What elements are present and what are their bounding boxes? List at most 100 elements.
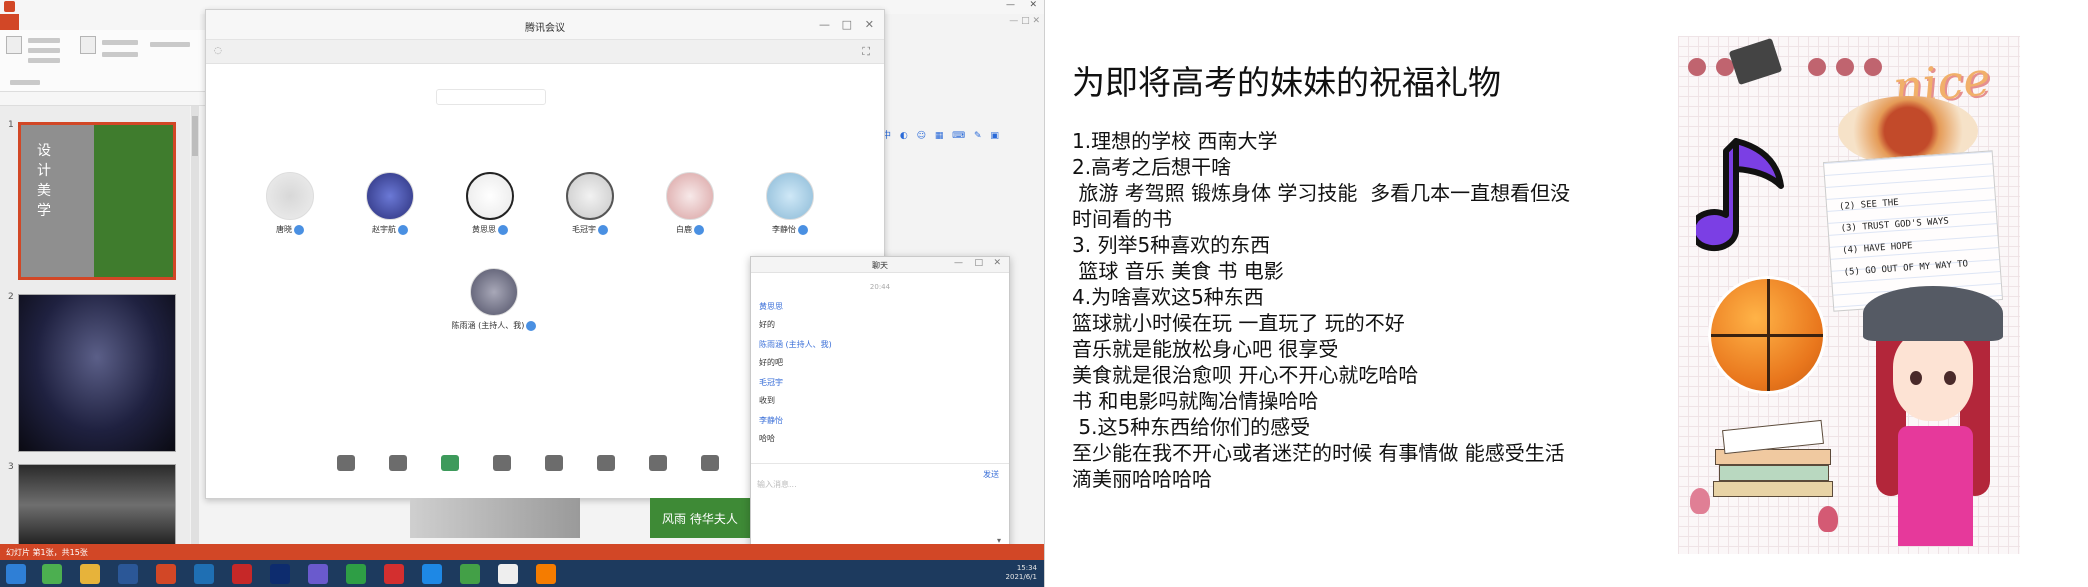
- text-line: 美食就是很治愈呗 开心不开心就吃哈哈: [1072, 363, 1419, 387]
- send-button[interactable]: 发送: [983, 469, 999, 480]
- mute-button[interactable]: [326, 455, 366, 473]
- text-line: 5.这5种东西给你们的感受: [1072, 415, 1311, 439]
- chat-timestamp: 20:44: [869, 283, 891, 291]
- slide-thumbnails: 1 设 计 美 学 2 3: [0, 106, 190, 546]
- slide-number: 3: [8, 462, 14, 472]
- chat-input[interactable]: 输入消息...: [757, 479, 797, 490]
- meeting-search-bar[interactable]: [436, 89, 546, 105]
- app-icon[interactable]: [194, 564, 214, 584]
- decor-dot: [1864, 58, 1882, 76]
- participant[interactable]: 毛冠宇: [550, 172, 630, 235]
- close-icon[interactable]: ✕: [993, 258, 1001, 268]
- notepad-icon[interactable]: [498, 564, 518, 584]
- tab-insert[interactable]: [38, 14, 57, 30]
- scrollbar-thumb[interactable]: [192, 116, 198, 156]
- meeting-icon[interactable]: [422, 564, 442, 584]
- chat-sender: 陈雨涵 (主持人、我): [759, 340, 832, 349]
- system-tray-clock[interactable]: 15:34 2021/6/1: [1006, 564, 1037, 582]
- microphone-icon: [337, 455, 355, 471]
- slide-number: 2: [8, 292, 14, 302]
- input-method-toolbar: 中 ◐ ☺ ▦ ⌨ ✎ ▣: [882, 131, 1002, 141]
- ribbon-font: [150, 42, 190, 47]
- text-line: 4.为啥喜欢这5种东西: [1072, 285, 1264, 309]
- maximize-icon[interactable]: □: [842, 18, 852, 31]
- avatar: [666, 172, 714, 220]
- participant[interactable]: 黄思思: [450, 172, 530, 235]
- player-icon[interactable]: [460, 564, 480, 584]
- participant[interactable]: 李静怡: [750, 172, 830, 235]
- maximize-icon[interactable]: □: [974, 258, 983, 268]
- text-line: 3. 列举5种喜欢的东西: [1072, 233, 1271, 257]
- tab-design[interactable]: [57, 14, 76, 30]
- girl-eye: [1910, 371, 1922, 385]
- chat-button[interactable]: [586, 455, 626, 473]
- girl-illustration: [1858, 286, 2008, 546]
- quick-access-toolbar: [0, 92, 205, 106]
- participant-name: 陈雨涵 (主持人、我): [434, 320, 554, 331]
- mic-icon: [526, 320, 537, 331]
- app-icon[interactable]: [536, 564, 556, 584]
- tab-home[interactable]: [19, 14, 38, 30]
- wechat-icon[interactable]: [346, 564, 366, 584]
- paste-icon[interactable]: [6, 36, 22, 54]
- participant-name: 白鹿: [650, 224, 730, 235]
- ribbon: [0, 30, 205, 92]
- share-screen-button[interactable]: [430, 455, 470, 473]
- text-line: 2.高考之后想干啥: [1072, 155, 1232, 179]
- participant[interactable]: 赵宇航: [350, 172, 430, 235]
- slide-thumb-1[interactable]: 设 计 美 学: [18, 122, 176, 280]
- pdf-icon[interactable]: [232, 564, 252, 584]
- powerpoint-icon[interactable]: [156, 564, 176, 584]
- minimize-icon[interactable]: —: [819, 18, 830, 31]
- video-button[interactable]: [378, 455, 418, 473]
- film-icon: [1728, 37, 1783, 86]
- meeting-titlebar: 腾讯会议 — □ ✕: [206, 10, 884, 40]
- members-icon: [545, 455, 563, 471]
- apps-button[interactable]: [690, 455, 730, 473]
- chat-message: 哈哈: [759, 434, 775, 443]
- flower-icon: [1818, 506, 1838, 532]
- new-slide-icon[interactable]: [80, 36, 96, 54]
- photoshop-icon[interactable]: [270, 564, 290, 584]
- slide-thumb-2[interactable]: [18, 294, 176, 452]
- window-controls[interactable]: — □ ✕: [1009, 16, 1040, 26]
- girl-body: [1898, 426, 1973, 546]
- minimize-icon[interactable]: —: [1006, 0, 1015, 14]
- chat-message: 收到: [759, 396, 775, 405]
- powerpoint-logo-icon: [4, 1, 15, 12]
- close-icon[interactable]: ✕: [1029, 0, 1037, 14]
- ribbon-format-painter: [28, 58, 60, 63]
- girl-face: [1893, 331, 1973, 421]
- participant[interactable]: 唐晓: [250, 172, 330, 235]
- app-icon[interactable]: [308, 564, 328, 584]
- book: [1719, 465, 1829, 481]
- minimize-icon[interactable]: —: [954, 258, 963, 268]
- tab-transitions[interactable]: [76, 14, 95, 30]
- status-text: 幻灯片 第1张，共15张: [6, 548, 88, 557]
- participant-name: 毛冠宇: [550, 224, 630, 235]
- document-button[interactable]: [638, 455, 678, 473]
- chat-message: 好的吧: [759, 358, 783, 367]
- close-icon[interactable]: ✕: [865, 18, 874, 31]
- camera-icon: [389, 455, 407, 471]
- slide-thumb-3[interactable]: [18, 464, 176, 546]
- fullscreen-icon[interactable]: ⛶: [862, 45, 870, 59]
- word-icon[interactable]: [118, 564, 138, 584]
- participant[interactable]: 陈雨涵 (主持人、我): [434, 268, 554, 331]
- participant[interactable]: 白鹿: [650, 172, 730, 235]
- basketball-icon: [1708, 276, 1826, 394]
- tab-file[interactable]: [0, 14, 20, 30]
- members-button[interactable]: [534, 455, 574, 473]
- share-screen-icon: [441, 455, 459, 471]
- app-icon[interactable]: [384, 564, 404, 584]
- tab-animations[interactable]: [95, 14, 114, 30]
- security-button[interactable]: [482, 455, 522, 473]
- folder-icon[interactable]: [80, 564, 100, 584]
- text-line: 时间看的书: [1072, 207, 1172, 231]
- ppt-statusbar: 幻灯片 第1张，共15张: [0, 544, 1044, 560]
- chat-sender: 李静怡: [759, 416, 783, 425]
- start-icon[interactable]: [6, 564, 26, 584]
- browser-icon[interactable]: [42, 564, 62, 584]
- book: [1713, 481, 1833, 497]
- thumbnail-scrollbar[interactable]: [191, 106, 199, 546]
